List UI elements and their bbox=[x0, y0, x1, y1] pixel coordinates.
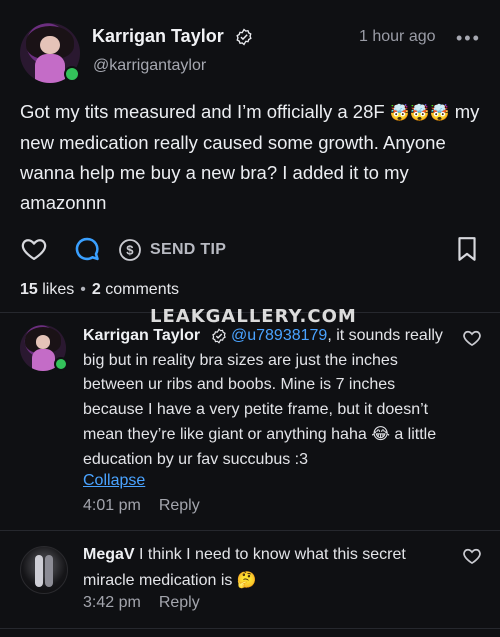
bookmark-icon[interactable] bbox=[454, 235, 480, 263]
verified-icon bbox=[236, 28, 252, 46]
send-tip-label: SEND TIP bbox=[150, 241, 227, 258]
comment-heart-icon[interactable] bbox=[462, 546, 482, 566]
comments-count[interactable]: 2 bbox=[92, 281, 101, 298]
divider bbox=[0, 530, 500, 531]
comment-author-label: Karrigan Taylor bbox=[83, 327, 201, 344]
thinking-emoji: 🤔 bbox=[236, 569, 257, 589]
dollar-icon: $ bbox=[119, 239, 141, 261]
comment-avatar-megav[interactable] bbox=[20, 546, 68, 594]
online-status-dot bbox=[64, 66, 80, 82]
verified-icon bbox=[211, 328, 226, 344]
post-text: Got my tits measured and I’m officially … bbox=[20, 97, 482, 218]
comment-author[interactable]: Karrigan Taylor bbox=[83, 327, 231, 344]
post-stats: 15 likes • 2 comments bbox=[20, 281, 179, 299]
send-tip-button[interactable]: $ SEND TIP bbox=[118, 235, 226, 265]
comment-meta: 3:42 pm Reply bbox=[83, 594, 200, 612]
comment-time: 3:42 pm bbox=[83, 594, 141, 611]
online-status-dot bbox=[54, 357, 68, 371]
author-name[interactable]: Karrigan Taylor bbox=[92, 26, 253, 47]
comment-author[interactable]: MegaV bbox=[83, 546, 135, 563]
likes-count[interactable]: 15 bbox=[20, 281, 38, 298]
author-handle[interactable]: @karrigantaylor bbox=[93, 57, 206, 75]
likes-label[interactable]: likes bbox=[42, 281, 74, 298]
comment-heart-icon[interactable] bbox=[462, 328, 482, 348]
reply-button[interactable]: Reply bbox=[159, 594, 200, 611]
comment-meta: 4:01 pm Reply bbox=[83, 497, 200, 515]
stats-separator: • bbox=[80, 281, 86, 298]
comment-icon[interactable] bbox=[73, 235, 101, 263]
mind-blown-emoji: 🤯🤯🤯 bbox=[389, 103, 450, 122]
comment-text: MegaV I think I need to know what this s… bbox=[83, 543, 443, 593]
reply-button[interactable]: Reply bbox=[159, 497, 200, 514]
post-text-line1: Got my tits measured and I’m officially … bbox=[20, 101, 385, 122]
comment-text: Karrigan Taylor @u78938179, it sounds re… bbox=[83, 324, 443, 472]
post-time: 1 hour ago bbox=[359, 28, 436, 45]
more-icon[interactable]: ••• bbox=[456, 28, 481, 49]
comment-time: 4:01 pm bbox=[83, 497, 141, 514]
heart-icon[interactable] bbox=[20, 235, 48, 263]
post-actions: $ SEND TIP bbox=[20, 235, 480, 267]
author-name-label: Karrigan Taylor bbox=[92, 26, 224, 46]
svg-text:$: $ bbox=[126, 243, 134, 258]
mention-link[interactable]: @u78938179 bbox=[231, 327, 327, 344]
comments-label[interactable]: comments bbox=[105, 281, 179, 298]
divider bbox=[0, 628, 500, 629]
laughing-emoji: 😂 bbox=[371, 424, 390, 443]
collapse-link[interactable]: Collapse bbox=[83, 472, 145, 490]
